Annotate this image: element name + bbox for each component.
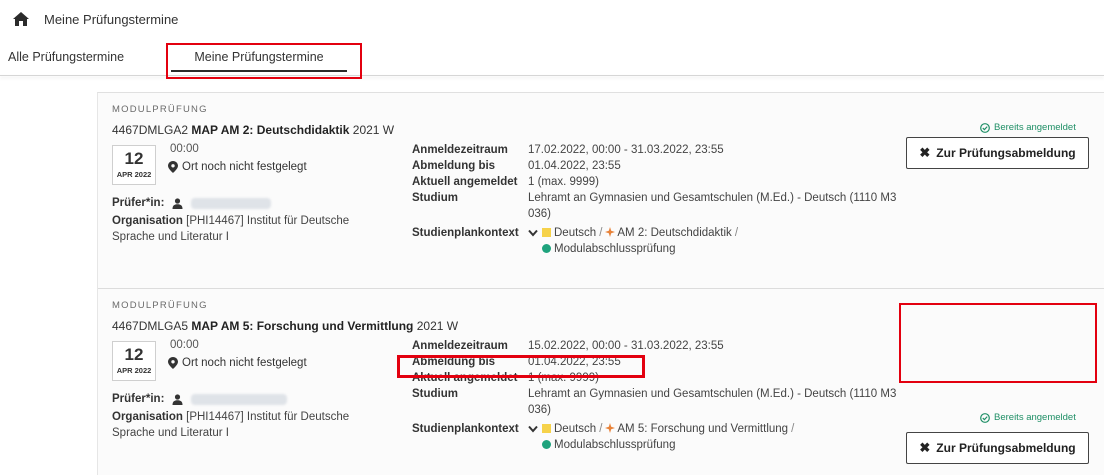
organisation-label: Organisation [112,411,183,423]
dot-icon [542,440,551,449]
location-text: Ort noch nicht festgelegt [182,161,307,173]
exam-title-line: 4467DMLGA5 MAP AM 5: Forschung und Vermi… [112,319,458,333]
detail-studienplankontext: Deutsch / AM 5: Forschung und Vermittlung /… [528,421,908,453]
close-icon: ✖ [919,440,931,455]
exam-location: Ort noch nicht festgelegt [168,357,307,369]
examiner: Prüfer*in: [112,393,288,405]
kontext-fach: Deutsch [554,227,597,239]
status-badge: Bereits angemeldet [980,122,1076,133]
diamond-star-icon [605,227,616,237]
exam-time: 00:00 [170,143,199,155]
map-pin-icon [168,161,178,173]
exam-list: MODULPRÜFUNG 4467DMLGA2 MAP AM 2: Deutsc… [97,92,1104,475]
status-badge: Bereits angemeldet [980,412,1076,423]
exam-card: MODULPRÜFUNG 4467DMLGA2 MAP AM 2: Deutsc… [98,93,1104,289]
person-icon [172,393,183,405]
detail-label: Anmeldezeitraum [412,340,508,352]
check-circle-icon [980,122,990,133]
date-day: 12 [124,149,144,168]
chevron-down-icon[interactable] [528,425,538,433]
check-circle-icon [980,412,990,423]
unregister-button[interactable]: ✖ Zur Prüfungsabmeldung [906,432,1089,464]
exam-time: 00:00 [170,339,199,351]
date-month: APR 2022 [116,366,152,375]
kontext-pruefung: Modulabschlussprüfung [554,439,676,451]
breadcrumb: Meine Prüfungstermine [12,9,178,29]
kontext-fach: Deutsch [554,423,597,435]
square-icon [542,424,551,433]
unregister-button-label: Zur Prüfungsabmeldung [936,146,1076,160]
examiner-name-redacted [191,197,272,209]
detail-label: Anmeldezeitraum [412,144,508,156]
location-text: Ort noch nicht festgelegt [182,357,307,369]
close-icon: ✖ [919,145,931,160]
status-text: Bereits angemeldet [994,122,1076,133]
exam-title-line: 4467DMLGA2 MAP AM 2: Deutschdidaktik 202… [112,123,394,137]
date-badge: 12 APR 2022 [112,341,156,381]
exam-location: Ort noch nicht festgelegt [168,161,307,173]
unregister-button[interactable]: ✖ Zur Prüfungsabmeldung [906,137,1089,169]
detail-abmeldung-bis: 01.04.2022, 23:55 [528,160,621,172]
unregister-button-label: Zur Prüfungsabmeldung [936,441,1076,455]
exam-type: MODULPRÜFUNG [112,300,208,311]
map-pin-icon [168,357,178,369]
detail-label: Studienplankontext [412,227,519,239]
square-icon [542,228,551,237]
detail-aktuell-angemeldet: 1 (max. 9999) [528,176,599,188]
exam-semester: 2021 W [352,123,395,137]
detail-label: Abmeldung bis [412,160,496,172]
kontext-modul: AM 2: Deutschdidaktik [617,227,732,239]
examiner-name-redacted [191,393,288,405]
detail-anmeldezeitraum: 17.02.2022, 00:00 - 31.03.2022, 23:55 [528,144,724,156]
organisation-label: Organisation [112,215,183,227]
detail-studium: Lehramt an Gymnasien und Gesamtschulen (… [528,192,897,220]
detail-studienplankontext: Deutsch / AM 2: Deutschdidaktik / Modulabsc… [528,225,908,257]
home-icon[interactable] [12,11,30,27]
detail-label: Aktuell angemeldet [412,176,518,188]
exam-code: 4467DMLGA5 [112,319,189,333]
exam-semester: 2021 W [416,319,459,333]
organisation: Organisation [PHI14467] Institut für Deu… [112,213,394,245]
dot-icon [542,244,551,253]
date-month: APR 2022 [116,170,152,179]
detail-anmeldezeitraum: 15.02.2022, 00:00 - 31.03.2022, 23:55 [528,340,724,352]
exam-details: Anmeldezeitraum 17.02.2022, 00:00 - 31.03… [412,142,908,257]
diamond-star-icon [605,423,616,433]
exam-code: 4467DMLGA2 [112,123,189,137]
date-day: 12 [124,345,144,364]
exam-title: MAP AM 5: Forschung und Vermittlung [191,319,414,333]
chevron-down-icon[interactable] [528,229,538,237]
person-icon [172,197,183,209]
examiner-label: Prüfer*in: [112,393,165,405]
examiner-label: Prüfer*in: [112,197,165,209]
highlight-button-annotation [899,303,1097,383]
kontext-modul: AM 5: Forschung und Vermittlung [617,423,789,435]
exam-type: MODULPRÜFUNG [112,104,208,115]
tab-all-exams[interactable]: Alle Prüfungstermine [8,44,124,72]
highlight-tab-annotation [166,43,362,79]
detail-label: Studienplankontext [412,423,519,435]
detail-label: Studium [412,192,458,204]
detail-label: Studium [412,388,458,400]
examiner: Prüfer*in: [112,197,272,209]
highlight-abmeldung-annotation [397,355,645,378]
breadcrumb-label: Meine Prüfungstermine [44,11,179,27]
kontext-pruefung: Modulabschlussprüfung [554,243,676,255]
detail-studium: Lehramt an Gymnasien und Gesamtschulen (… [528,388,897,416]
status-text: Bereits angemeldet [994,412,1076,423]
date-badge: 12 APR 2022 [112,145,156,185]
organisation: Organisation [PHI14467] Institut für Deu… [112,409,394,441]
exam-title: MAP AM 2: Deutschdidaktik [191,123,350,137]
